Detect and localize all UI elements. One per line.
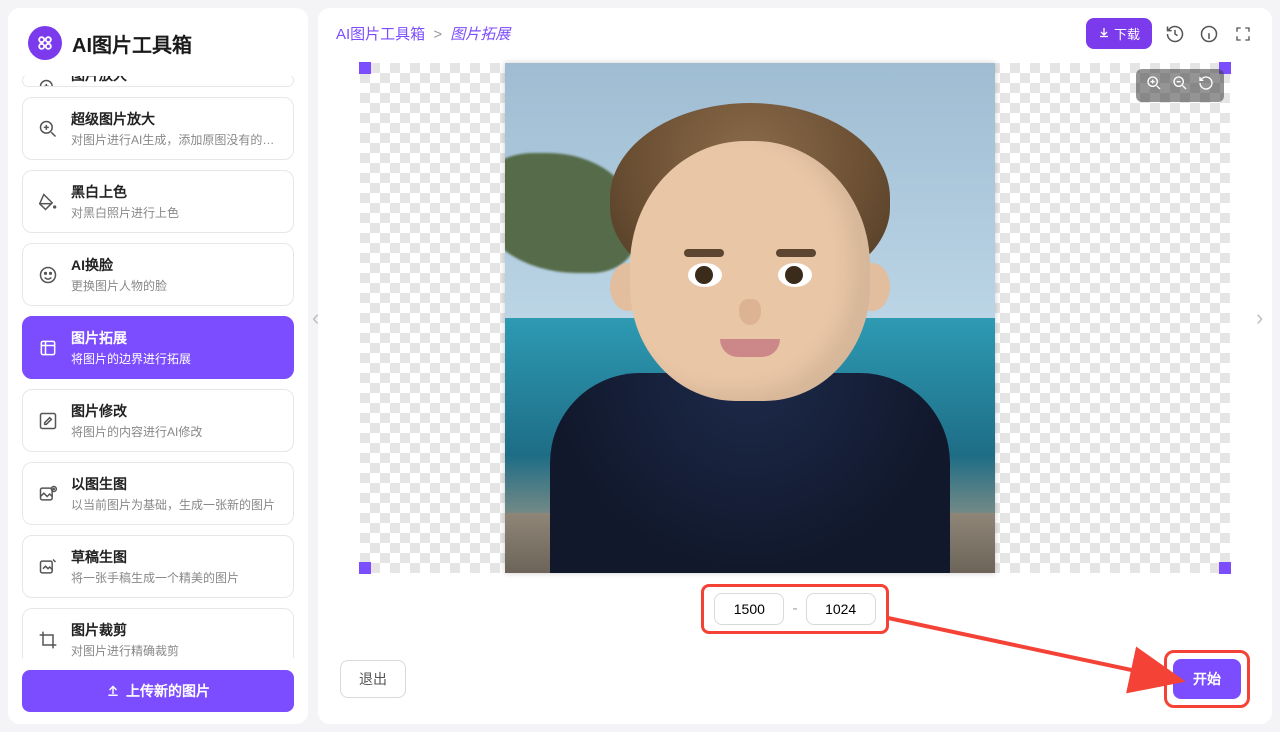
tool-desc: 以当前图片为基础，生成一张新的图片 (71, 496, 275, 513)
tool-title: 黑白上色 (71, 182, 179, 202)
zoom-out-icon[interactable] (1172, 75, 1188, 96)
breadcrumb-separator: > (433, 26, 442, 43)
sidebar-item-inpaint[interactable]: 图片修改 将图片的内容进行AI修改 (22, 389, 294, 452)
sidebar-item-sketch2img[interactable]: 草稿生图 将一张手稿生成一个精美的图片 (22, 535, 294, 598)
crop-icon (37, 629, 59, 651)
upload-icon (106, 683, 120, 700)
zoom-controls (1136, 69, 1224, 102)
topbar: AI图片工具箱 > 图片拓展 下载 (318, 8, 1272, 59)
footer: 退出 开始 (318, 640, 1272, 724)
image-preview[interactable] (505, 63, 995, 573)
tool-desc: 将一张手稿生成一个精美的图片 (71, 569, 239, 586)
tool-title: 图片放大 (71, 76, 205, 85)
tool-desc: 将图片的边界进行拓展 (71, 350, 191, 367)
info-icon[interactable] (1198, 23, 1220, 45)
tool-desc: 将图片的内容进行AI修改 (71, 423, 202, 440)
main-panel: AI图片工具箱 > 图片拓展 下载 (318, 8, 1272, 724)
canvas-area: ‹ (318, 59, 1272, 576)
height-input[interactable] (806, 593, 876, 625)
tool-desc: 对图片进行精确裁剪 (71, 642, 179, 658)
resize-handle-bl[interactable] (359, 562, 371, 574)
sidebar-item-super-upscale[interactable]: 超级图片放大 对图片进行AI生成，添加原图没有的细节 (22, 97, 294, 160)
dimensions-box-annotation: - (701, 584, 888, 634)
brand-logo-icon (28, 26, 62, 60)
paint-bucket-icon (37, 191, 59, 213)
zoom-sparkle-icon (37, 118, 59, 140)
tool-title: 以图生图 (71, 474, 275, 494)
resize-handle-br[interactable] (1219, 562, 1231, 574)
tool-title: 图片裁剪 (71, 620, 179, 640)
sketch-icon (37, 556, 59, 578)
upload-label: 上传新的图片 (126, 681, 210, 701)
start-button[interactable]: 开始 (1173, 659, 1241, 699)
brand: AI图片工具箱 (22, 20, 294, 76)
resize-handle-tl[interactable] (359, 62, 371, 74)
tool-title: 草稿生图 (71, 547, 239, 567)
face-icon (37, 264, 59, 286)
zoom-in-icon[interactable] (1146, 75, 1162, 96)
sidebar-item-upscale[interactable]: 图片放大 支持2x，4x，8x放大图片 (22, 76, 294, 87)
history-icon[interactable] (1164, 23, 1186, 45)
sidebar-item-face-swap[interactable]: AI换脸 更换图片人物的脸 (22, 243, 294, 306)
reset-icon[interactable] (1198, 75, 1214, 96)
tool-title: 图片修改 (71, 401, 202, 421)
fullscreen-icon[interactable] (1232, 23, 1254, 45)
tool-desc: 更换图片人物的脸 (71, 277, 167, 294)
dimensions-separator: - (792, 600, 797, 618)
image-plus-icon (37, 483, 59, 505)
tool-title: 图片拓展 (71, 328, 191, 348)
sidebar: AI图片工具箱 图片放大 支持2x，4x，8x放大图片 超级图片放大 对图片进行… (8, 8, 308, 724)
edit-icon (37, 410, 59, 432)
breadcrumb-root[interactable]: AI图片工具箱 (336, 26, 425, 43)
brand-title: AI图片工具箱 (72, 29, 192, 58)
prev-image-icon[interactable]: ‹ (312, 305, 334, 331)
topbar-actions: 下载 (1086, 18, 1254, 49)
breadcrumb-current: 图片拓展 (450, 26, 510, 43)
width-input[interactable] (714, 593, 784, 625)
next-image-icon[interactable]: › (1256, 305, 1278, 331)
tool-desc: 对黑白照片进行上色 (71, 204, 179, 221)
download-button[interactable]: 下载 (1086, 18, 1152, 49)
sidebar-item-outpaint[interactable]: 图片拓展 将图片的边界进行拓展 (22, 316, 294, 379)
zoom-in-icon (37, 77, 59, 87)
sidebar-item-colorize[interactable]: 黑白上色 对黑白照片进行上色 (22, 170, 294, 233)
upload-new-image-button[interactable]: 上传新的图片 (22, 670, 294, 712)
tool-desc: 对图片进行AI生成，添加原图没有的细节 (71, 131, 279, 148)
dimensions-row: - (318, 576, 1272, 640)
exit-button[interactable]: 退出 (340, 660, 406, 698)
tool-title: AI换脸 (71, 255, 167, 275)
expand-icon (37, 337, 59, 359)
tool-list: 图片放大 支持2x，4x，8x放大图片 超级图片放大 对图片进行AI生成，添加原… (22, 76, 294, 658)
tool-title: 超级图片放大 (71, 109, 279, 129)
sidebar-item-crop[interactable]: 图片裁剪 对图片进行精确裁剪 (22, 608, 294, 658)
download-label: 下载 (1114, 24, 1140, 43)
canvas-frame[interactable] (360, 63, 1230, 573)
breadcrumb: AI图片工具箱 > 图片拓展 (336, 23, 510, 44)
download-icon (1098, 26, 1110, 41)
start-button-annotation: 开始 (1164, 650, 1250, 708)
sidebar-item-img2img[interactable]: 以图生图 以当前图片为基础，生成一张新的图片 (22, 462, 294, 525)
